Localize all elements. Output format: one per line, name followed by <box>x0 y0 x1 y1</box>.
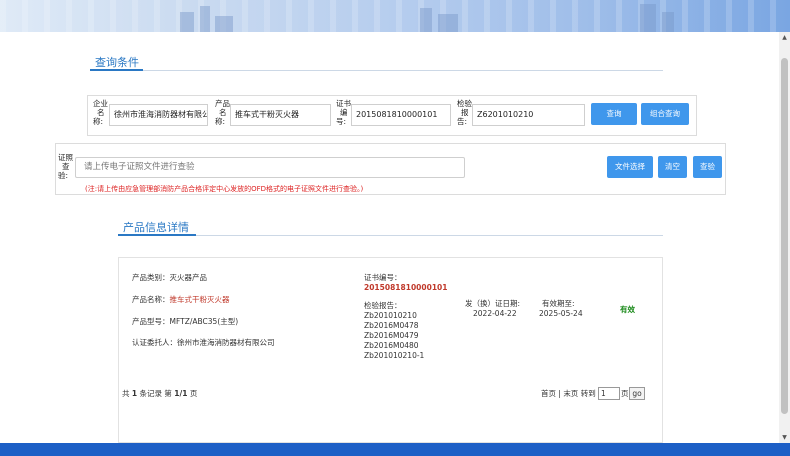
expiry-value: 2025-05-24 <box>539 309 583 318</box>
product-name: 产品名称：推车式干粉灭火器 <box>132 295 230 304</box>
search-button[interactable]: 查询 <box>591 103 637 125</box>
banner-building <box>640 4 656 32</box>
enterprise-label: 企业名称: <box>93 99 108 126</box>
product-label: 产品名称: <box>215 99 230 126</box>
banner-building <box>438 14 458 32</box>
query-section-rule <box>90 70 663 71</box>
scroll-down-icon[interactable]: ▼ <box>779 432 790 443</box>
report-list: 检验报告： Zb201010210 Zb2016M0478 Zb2016M047… <box>364 301 425 360</box>
cert-number-field[interactable]: 2015081810000101 <box>351 104 451 126</box>
cert-check-note: (注:请上传由应急管理部消防产品合格评定中心发放的OFD格式的电子证照文件进行查… <box>85 185 364 193</box>
file-choose-button[interactable]: 文件选择 <box>607 156 653 178</box>
issue-date-label: 发（换）证日期: <box>465 299 521 308</box>
report-item: Zb201010210 <box>364 311 417 320</box>
cert-client: 认证委托人：徐州市淮海消防器材有限公司 <box>132 338 275 347</box>
cert-number-value: 2015081810000101 <box>364 283 448 292</box>
vertical-scrollbar[interactable]: ▲ ▼ <box>779 32 790 443</box>
expiry-label: 有效期至: <box>542 299 575 308</box>
banner-building <box>180 12 194 32</box>
banner-building <box>420 8 432 32</box>
last-page-link[interactable]: 末页 <box>563 389 578 398</box>
go-button[interactable]: go <box>629 387 645 400</box>
cert-number-label: 证书编号： <box>364 273 402 282</box>
pagination-summary: 共 1 条记录 第 1/1 页 <box>122 389 198 398</box>
status-badge: 有效 <box>620 305 635 314</box>
report-item: Zb2016M0479 <box>364 331 419 340</box>
first-page-link[interactable]: 首页 <box>541 389 556 398</box>
report-item: Zb201010210-1 <box>364 351 425 360</box>
report-item: Zb2016M0478 <box>364 321 419 330</box>
page-suffix: 页 <box>621 389 629 398</box>
scroll-thumb[interactable] <box>781 58 788 414</box>
page-number-input[interactable]: 1 <box>598 387 620 400</box>
product-model: 产品型号：MFTZ/ABC35(主型) <box>132 317 239 326</box>
footer-bar <box>0 443 790 456</box>
cert-check-label: 证照查验: <box>58 153 73 180</box>
cert-number-label: 证书编号: <box>336 99 351 126</box>
product-category: 产品类别：灭火器产品 <box>132 273 207 282</box>
query-section-title: 查询条件 <box>95 56 139 69</box>
detail-section-title: 产品信息详情 <box>123 221 189 234</box>
report-field[interactable]: Z6201010210 <box>472 104 585 126</box>
cert-file-input[interactable]: 请上传电子证照文件进行查验 <box>75 157 465 178</box>
verify-button[interactable]: 查验 <box>693 156 722 178</box>
detail-section-underline <box>118 234 196 236</box>
issue-date-value: 2022-04-22 <box>473 309 517 318</box>
query-section-underline <box>90 69 143 71</box>
combo-search-button[interactable]: 组合查询 <box>641 103 689 125</box>
clear-button[interactable]: 清空 <box>658 156 687 178</box>
report-label: 检验报告: <box>457 99 472 126</box>
pagination-nav: 首页 | 末页 转到 <box>541 389 596 398</box>
report-item: Zb2016M0480 <box>364 341 419 350</box>
banner-building <box>215 16 233 32</box>
header-banner <box>0 0 790 32</box>
banner-building <box>662 12 674 32</box>
detail-section-rule <box>118 235 663 236</box>
scroll-up-icon[interactable]: ▲ <box>779 32 790 43</box>
product-field[interactable]: 推车式干粉灭火器 <box>230 104 331 126</box>
enterprise-field[interactable]: 徐州市淮海消防器材有限公司 <box>109 104 208 126</box>
banner-building <box>200 6 210 32</box>
